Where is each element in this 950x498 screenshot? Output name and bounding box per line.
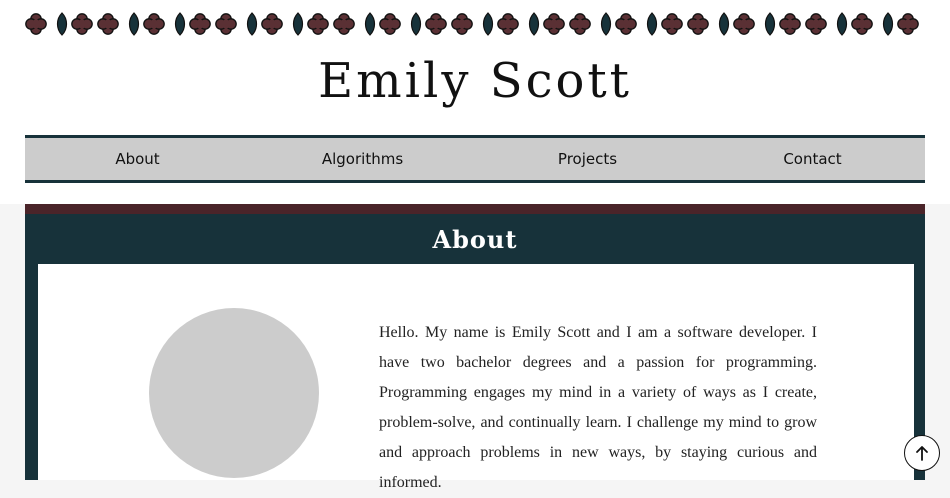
flower-ornament-icon (307, 13, 329, 35)
leaf-ornament-icon (364, 12, 376, 36)
nav-item-contact[interactable]: Contact (700, 138, 925, 180)
leaf-ornament-icon (482, 12, 494, 36)
flower-ornament-icon (779, 13, 801, 35)
flower-ornament-icon (425, 13, 447, 35)
flower-ornament-icon (451, 13, 473, 35)
leaf-ornament-icon (128, 12, 140, 36)
nav-item-about[interactable]: About (25, 138, 250, 180)
flower-ornament-icon (497, 13, 519, 35)
leaf-ornament-icon (882, 12, 894, 36)
leaf-ornament-icon (528, 12, 540, 36)
avatar-placeholder (149, 308, 319, 478)
leaf-ornament-icon (410, 12, 422, 36)
flower-ornament-icon (143, 13, 165, 35)
about-heading: About (432, 225, 518, 254)
flower-ornament-icon (379, 13, 401, 35)
leaf-ornament-icon (56, 12, 68, 36)
flower-ornament-icon (71, 13, 93, 35)
leaf-ornament-icon (246, 12, 258, 36)
flower-ornament-icon (97, 13, 119, 35)
flower-ornament-icon (661, 13, 683, 35)
leaf-ornament-icon (600, 12, 612, 36)
leaf-ornament-icon (764, 12, 776, 36)
flower-ornament-icon (543, 13, 565, 35)
decorative-border (25, 12, 919, 36)
flower-ornament-icon (897, 13, 919, 35)
flower-ornament-icon (687, 13, 709, 35)
nav-item-algorithms[interactable]: Algorithms (250, 138, 475, 180)
leaf-ornament-icon (174, 12, 186, 36)
leaf-ornament-icon (718, 12, 730, 36)
flower-ornament-icon (569, 13, 591, 35)
about-bio: Hello. My name is Emily Scott and I am a… (379, 324, 817, 491)
nav-item-projects[interactable]: Projects (475, 138, 700, 180)
flower-ornament-icon (215, 13, 237, 35)
flower-ornament-icon (851, 13, 873, 35)
flower-ornament-icon (333, 13, 355, 35)
leaf-ornament-icon (292, 12, 304, 36)
flower-ornament-icon (189, 13, 211, 35)
arrow-up-icon (916, 446, 928, 461)
flower-ornament-icon (805, 13, 827, 35)
flower-ornament-icon (25, 13, 47, 35)
flower-ornament-icon (615, 13, 637, 35)
leaf-ornament-icon (836, 12, 848, 36)
flower-ornament-icon (733, 13, 755, 35)
flower-ornament-icon (261, 13, 283, 35)
main-nav: About Algorithms Projects Contact (25, 135, 925, 183)
site-title: Emily Scott (318, 53, 632, 109)
scroll-to-top-button[interactable] (904, 435, 940, 471)
section-top-band (25, 204, 925, 214)
leaf-ornament-icon (646, 12, 658, 36)
